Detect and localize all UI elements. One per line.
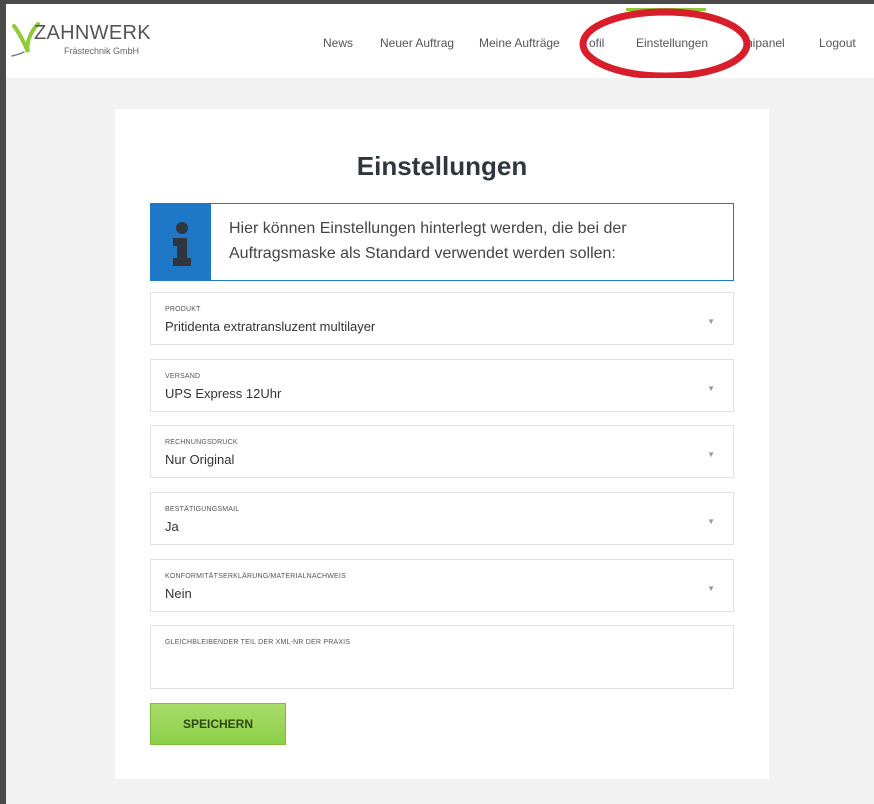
- select-rechnungsdruck[interactable]: RECHNUNGSDRUCK Nur Original ▼: [150, 425, 734, 478]
- field-label: KONFORMITÄTSERKLÄRUNG/MATERIALNACHWEIS: [165, 573, 346, 580]
- save-button[interactable]: SPEICHERN: [150, 703, 286, 745]
- select-versand[interactable]: VERSAND UPS Express 12Uhr ▼: [150, 359, 734, 412]
- nav-item-logout[interactable]: Logout: [819, 36, 856, 50]
- nav-item-profil[interactable]: ofil: [589, 36, 604, 50]
- caret-down-icon: ▼: [707, 517, 715, 526]
- info-icon: [173, 222, 191, 266]
- caret-down-icon: ▼: [707, 384, 715, 393]
- page-title: Einstellungen: [356, 151, 528, 181]
- field-value: Nur Original: [165, 452, 235, 467]
- xml-nr-textarea[interactable]: GLEICHBLEIBENDER TEIL DER XML-NR DER PRA…: [150, 625, 734, 689]
- nav-item-neuer-auftrag[interactable]: Neuer Auftrag: [380, 36, 454, 50]
- field-label: GLEICHBLEIBENDER TEIL DER XML-NR DER PRA…: [165, 639, 351, 646]
- field-label: BESTÄTIGUNGSMAIL: [165, 506, 240, 513]
- info-box: Hier können Einstellungen hinterlegt wer…: [150, 203, 734, 281]
- field-value: Nein: [165, 586, 192, 601]
- nav-item-einstellungen[interactable]: Einstellungen: [636, 36, 708, 50]
- main-nav: News Neuer Auftrag Meine Aufträge ofil E…: [6, 8, 874, 56]
- nav-item-meine-auftraege[interactable]: Meine Aufträge: [479, 36, 560, 50]
- select-bestaetigungsmail[interactable]: BESTÄTIGUNGSMAIL Ja ▼: [150, 492, 734, 545]
- info-text: Hier können Einstellungen hinterlegt wer…: [229, 220, 627, 262]
- field-label: PRODUKT: [165, 306, 201, 313]
- site-header: ZAHNWERK Frästechnik GmbH News Neuer Auf…: [6, 4, 874, 78]
- caret-down-icon: ▼: [707, 317, 715, 326]
- field-value: Ja: [165, 519, 179, 534]
- info-icon-panel: [151, 204, 211, 280]
- nav-item-news[interactable]: News: [323, 36, 353, 50]
- field-value: Pritidenta extratransluzent multilayer: [165, 319, 376, 334]
- nav-item-adminpanel[interactable]: nipanel: [746, 36, 785, 50]
- field-label: VERSAND: [165, 373, 201, 380]
- caret-down-icon: ▼: [707, 450, 715, 459]
- field-label: RECHNUNGSDRUCK: [165, 439, 238, 446]
- select-produkt[interactable]: PRODUKT Pritidenta extratransluzent mult…: [150, 292, 734, 345]
- nav-active-indicator: [626, 8, 706, 11]
- caret-down-icon: ▼: [707, 584, 715, 593]
- select-konformitaetserklaerung[interactable]: KONFORMITÄTSERKLÄRUNG/MATERIALNACHWEIS N…: [150, 559, 734, 612]
- field-value: UPS Express 12Uhr: [165, 386, 282, 401]
- settings-card: Einstellungen Hier können Einstellungen …: [115, 109, 769, 779]
